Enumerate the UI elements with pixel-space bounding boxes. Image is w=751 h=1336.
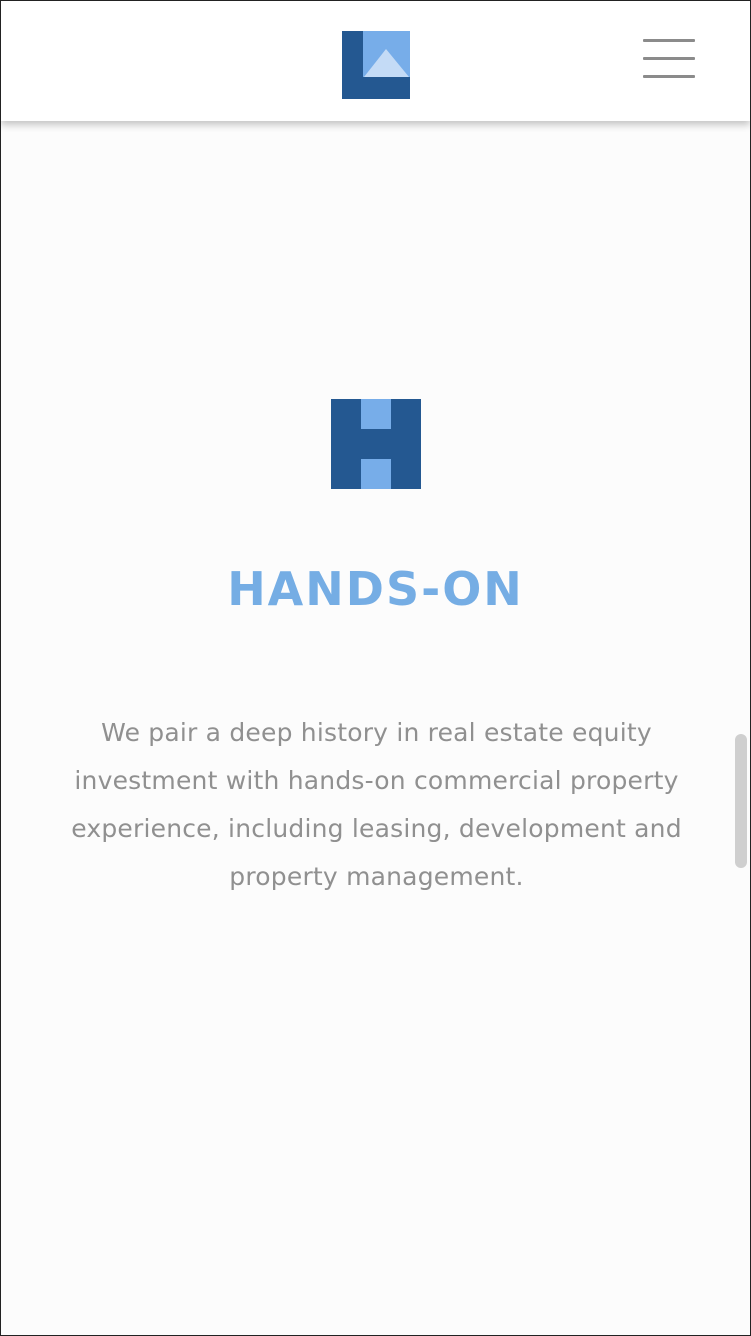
- menu-bar-middle: [643, 57, 695, 60]
- menu-bar-bottom: [643, 75, 695, 78]
- h-letter-icon: [331, 399, 421, 489]
- page: HANDS-ON We pair a deep history in real …: [0, 0, 751, 1336]
- feature-title: HANDS-ON: [227, 562, 524, 616]
- menu-bar-top: [643, 39, 695, 42]
- brand-logo-icon: [342, 31, 410, 99]
- feature-description: We pair a deep history in real estate eq…: [71, 718, 682, 891]
- menu-button[interactable]: [642, 37, 696, 83]
- scrollbar-thumb[interactable]: [735, 734, 747, 868]
- site-header: [1, 1, 750, 121]
- home-logo-link[interactable]: [342, 31, 410, 99]
